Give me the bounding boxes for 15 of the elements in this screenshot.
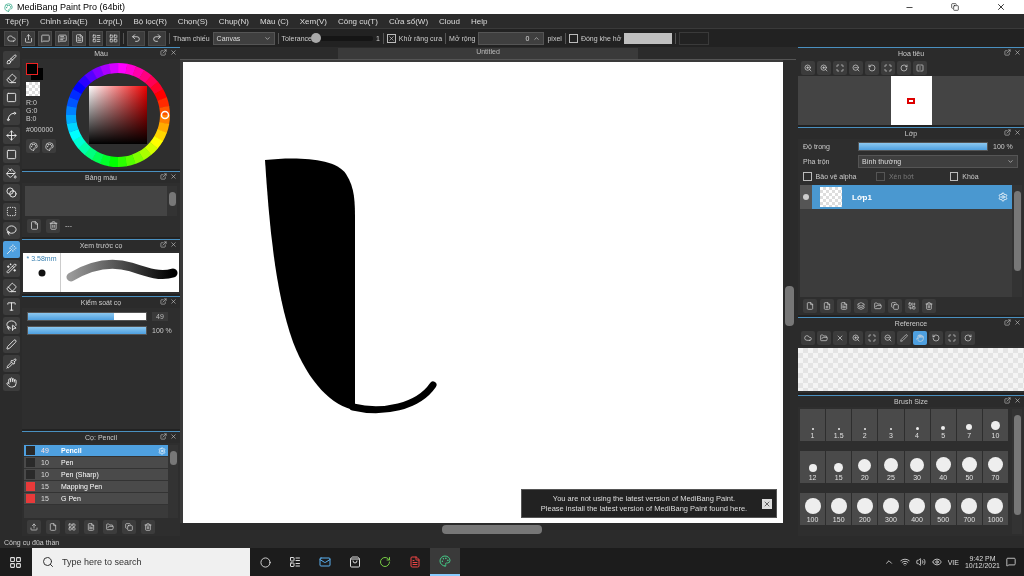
menu-item[interactable]: Tệp(F): [5, 16, 29, 26]
taskbar-search-field[interactable]: Type here to search: [32, 548, 250, 576]
menu-item[interactable]: Công cụ(T): [337, 16, 378, 26]
menu-item[interactable]: Chỉnh sửa(E): [40, 16, 88, 26]
layer-name: Lớp1: [852, 192, 872, 202]
menu-item[interactable]: Chụp(N): [218, 16, 249, 26]
menu-item[interactable]: Help: [470, 16, 488, 26]
menu-item[interactable]: Cửa sổ(W): [388, 16, 429, 26]
menu-item[interactable]: Xem(V): [299, 16, 327, 26]
menu-item[interactable]: Cloud: [439, 16, 460, 26]
menu-item[interactable]: Chọn(S): [177, 16, 208, 26]
menu-item[interactable]: Màu (C): [259, 16, 289, 26]
menu-item[interactable]: Lớp(L): [98, 16, 123, 26]
window-title: MediBang Paint Pro (64bit): [17, 2, 126, 12]
menu-item[interactable]: Bộ lọc(R): [133, 16, 167, 26]
